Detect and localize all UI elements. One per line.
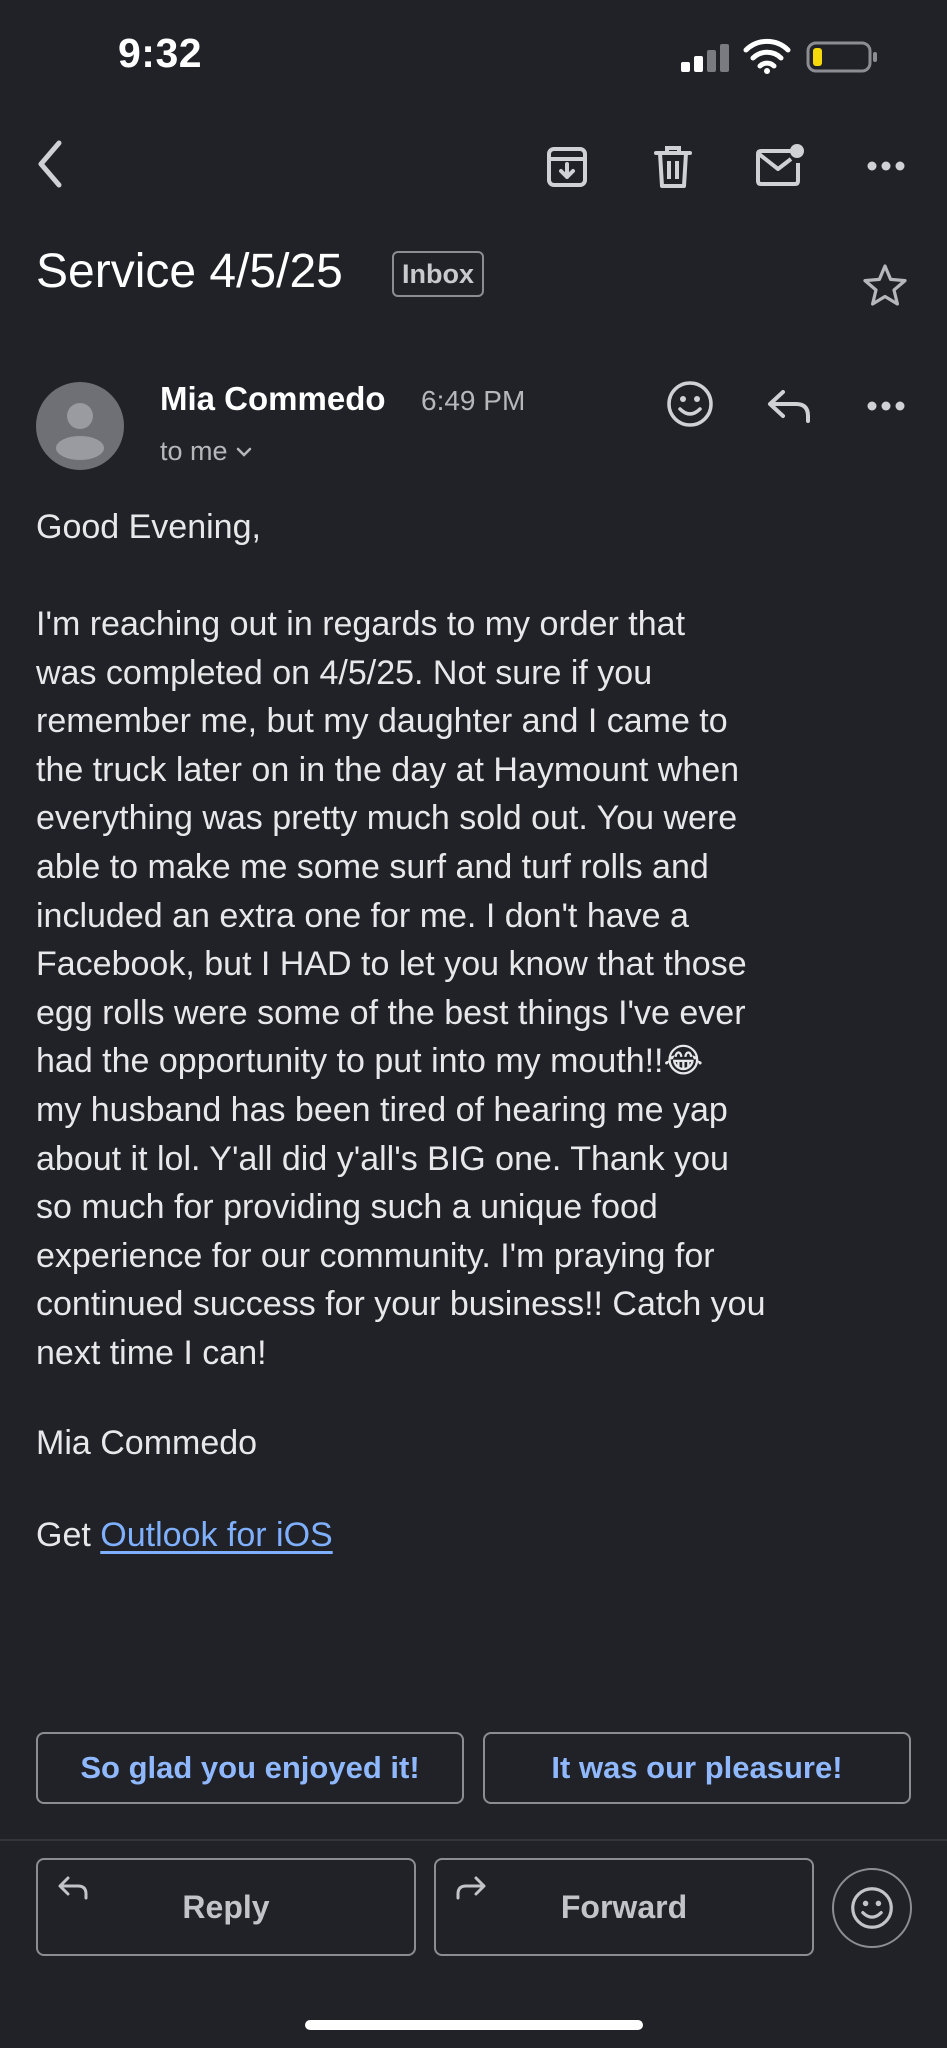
- reply-button[interactable]: Reply: [36, 1858, 416, 1956]
- person-icon: [56, 403, 104, 460]
- trash-icon: [654, 146, 692, 188]
- chevron-down-icon: [236, 447, 251, 457]
- mark-unread-icon: [756, 144, 804, 186]
- delete-button[interactable]: [644, 138, 702, 196]
- emoji-reaction-button[interactable]: [832, 1868, 912, 1948]
- smart-reply-chip[interactable]: So glad you enjoyed it!: [36, 1732, 464, 1804]
- email-subject: Service 4/5/25: [36, 245, 343, 298]
- more-horizontal-icon: [867, 161, 905, 171]
- email-signature: Mia Commedo: [36, 1424, 258, 1462]
- reply-icon-button[interactable]: [760, 384, 818, 428]
- recipient-details-toggle[interactable]: to me: [160, 436, 252, 467]
- home-indicator[interactable]: [305, 2020, 643, 2030]
- wifi-icon: [743, 38, 791, 74]
- archive-button[interactable]: [538, 138, 596, 196]
- sent-time: 6:49 PM: [421, 385, 526, 416]
- reply-icon: [58, 1876, 88, 1900]
- forward-icon: [456, 1876, 486, 1900]
- more-horizontal-icon: [867, 401, 905, 411]
- add-reaction-button[interactable]: [664, 378, 716, 430]
- smiley-icon: [667, 381, 713, 427]
- more-options-button[interactable]: [858, 144, 914, 188]
- email-footer: Get Outlook for iOS: [36, 1516, 333, 1555]
- battery-icon: [806, 41, 877, 73]
- reply-icon: [768, 390, 810, 423]
- smiley-icon: [851, 1887, 893, 1929]
- inbox-label-badge[interactable]: Inbox: [392, 251, 484, 297]
- forward-button[interactable]: Forward: [434, 1858, 814, 1956]
- status-time: 9:32: [118, 30, 203, 76]
- sender-name[interactable]: Mia Commedo: [160, 380, 386, 418]
- cellular-signal-icon: [681, 44, 729, 72]
- reply-label: Reply: [182, 1888, 270, 1925]
- recipient-text: to me: [160, 436, 228, 466]
- forward-label: Forward: [560, 1888, 688, 1925]
- email-body-text: I'm reaching out in regards to my order …: [36, 605, 766, 1372]
- sender-avatar[interactable]: [36, 382, 124, 470]
- star-button[interactable]: [858, 258, 912, 312]
- chevron-left-icon: [38, 140, 62, 188]
- footer-prefix: Get: [36, 1516, 91, 1554]
- mark-unread-button[interactable]: [748, 136, 812, 194]
- email-greeting: Good Evening,: [36, 508, 261, 546]
- divider: [0, 1839, 947, 1841]
- smart-reply-chip[interactable]: It was our pleasure!: [483, 1732, 911, 1804]
- outlook-for-ios-link[interactable]: Outlook for iOS: [100, 1516, 332, 1554]
- message-more-button[interactable]: [858, 386, 914, 426]
- back-button[interactable]: [24, 132, 76, 196]
- star-icon: [863, 264, 907, 306]
- archive-icon: [547, 147, 587, 187]
